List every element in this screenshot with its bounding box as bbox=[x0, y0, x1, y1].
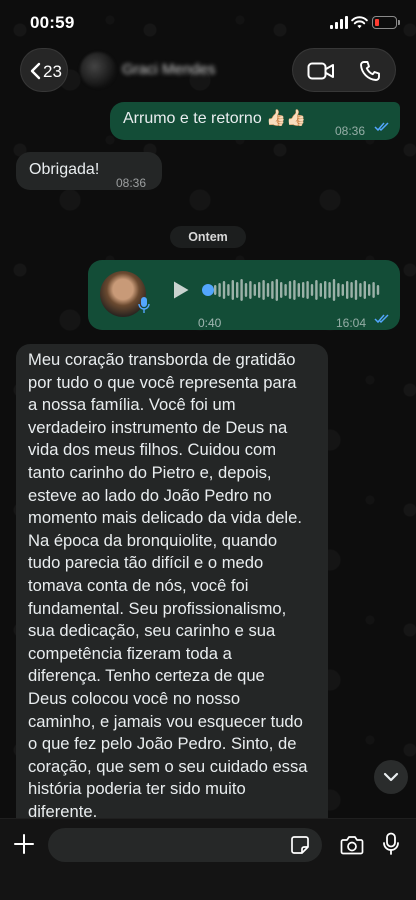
battery-nub bbox=[398, 20, 400, 25]
message-time: 08:36 bbox=[335, 124, 366, 138]
waveform-bar bbox=[266, 283, 270, 297]
wifi-icon bbox=[351, 16, 368, 29]
microphone-icon bbox=[138, 297, 150, 313]
message-line: coração, que sem o seu cuidado essa bbox=[28, 756, 308, 776]
message-line: competência fizeram toda a bbox=[28, 643, 232, 663]
waveform-bar bbox=[218, 283, 221, 297]
video-call-icon[interactable] bbox=[307, 61, 335, 81]
date-separator: Ontem bbox=[170, 226, 246, 248]
plus-icon[interactable] bbox=[13, 833, 35, 855]
message-line: Deus colocou você no nosso bbox=[28, 688, 241, 708]
read-receipt-icon bbox=[374, 314, 389, 324]
waveform-bar bbox=[363, 281, 366, 299]
waveform-bar bbox=[284, 284, 287, 296]
message-line: caminho, e jamais vou esquecer tudo bbox=[28, 711, 303, 731]
waveform-bar bbox=[249, 281, 252, 299]
scroll-to-bottom-button[interactable] bbox=[374, 760, 408, 794]
message-line: história poderia ter sido muito bbox=[28, 779, 246, 799]
waveform-bar bbox=[376, 285, 380, 295]
waveform-bar bbox=[297, 283, 300, 297]
waveform-bar bbox=[315, 280, 318, 300]
message-line: diferença. Tenho certeza de que bbox=[28, 666, 265, 686]
contact-avatar[interactable] bbox=[80, 52, 116, 88]
waveform-bar bbox=[306, 281, 309, 299]
waveform-bar bbox=[372, 282, 375, 298]
message-line: a nossa família. Você foi um bbox=[28, 395, 236, 415]
phone-call-icon[interactable] bbox=[359, 60, 381, 82]
waveform-bar bbox=[262, 280, 265, 300]
status-time: 00:59 bbox=[30, 13, 75, 32]
waveform-bar bbox=[328, 282, 331, 298]
message-composer bbox=[0, 818, 416, 900]
back-chevron-icon bbox=[30, 62, 41, 80]
message-text: Obrigada! bbox=[29, 161, 100, 178]
waveform-bar bbox=[337, 283, 340, 297]
waveform-bar bbox=[346, 281, 349, 299]
waveform-bar bbox=[359, 283, 362, 297]
back-button[interactable]: 23 bbox=[20, 48, 68, 92]
waveform-bar bbox=[280, 282, 283, 298]
message-time: 16:04 bbox=[336, 316, 367, 330]
waveform-bar bbox=[368, 284, 371, 296]
message-time: 08:36 bbox=[116, 176, 147, 190]
waveform-bar bbox=[324, 281, 327, 299]
battery-icon bbox=[372, 16, 397, 29]
message-line: verdadeiro instrumento de Deus na bbox=[28, 417, 288, 437]
waveform-bar bbox=[332, 279, 336, 301]
message-text: Arrumo e te retorno 👍🏻👍🏻 bbox=[123, 110, 307, 127]
waveform-bar bbox=[240, 279, 243, 301]
message-input[interactable] bbox=[48, 828, 322, 862]
message-line: Na época da bronquiolite, quando bbox=[28, 530, 278, 550]
message-line: tomava conta de nós, você foi bbox=[28, 575, 249, 595]
message-bubble-outgoing[interactable]: Arrumo e te retorno 👍🏻👍🏻 08:36 bbox=[110, 102, 400, 140]
waveform-bar bbox=[310, 284, 314, 296]
waveform-bar bbox=[350, 282, 353, 298]
play-icon[interactable] bbox=[172, 280, 190, 300]
message-line: Meu coração transborda de gratidão bbox=[28, 350, 296, 369]
waveform-bar bbox=[231, 280, 234, 300]
contact-name[interactable]: Graci Mendes bbox=[122, 61, 215, 78]
message-line: fundamental. Seu profissionalismo, bbox=[28, 598, 287, 618]
waveform-bar bbox=[319, 283, 322, 297]
waveform-bar bbox=[236, 282, 239, 298]
waveform-bar bbox=[341, 284, 344, 296]
message-line: esteve ao lado do João Pedro no bbox=[28, 485, 272, 505]
message-line: momento mais delicado da vida dele. bbox=[28, 508, 302, 528]
waveform-bar bbox=[227, 284, 230, 296]
waveform-bar bbox=[258, 282, 261, 298]
message-line: por tudo o que você representa para bbox=[28, 372, 297, 392]
voice-duration: 0:40 bbox=[198, 316, 222, 330]
status-bar: 00:59 bbox=[0, 0, 416, 46]
waveform-bar bbox=[222, 281, 226, 299]
read-receipt-icon bbox=[374, 122, 389, 132]
waveform-bar bbox=[253, 284, 256, 296]
microphone-icon[interactable] bbox=[382, 832, 400, 856]
waveform-bar bbox=[214, 285, 217, 295]
message-text: Meu coração transborda de gratidão por tu… bbox=[28, 349, 324, 823]
waveform-bar bbox=[288, 281, 292, 299]
camera-icon[interactable] bbox=[340, 834, 364, 856]
playback-scrubber[interactable] bbox=[202, 284, 214, 296]
waveform-bar bbox=[354, 280, 358, 300]
message-bubble-incoming[interactable]: Obrigada! 08:36 bbox=[16, 152, 162, 190]
waveform-bar bbox=[271, 281, 274, 299]
message-line: o que fez pelo João Pedro. Sinto, de bbox=[28, 734, 297, 754]
message-line: sua dedicação, seu carinho e sua bbox=[28, 621, 276, 641]
waveform-bar bbox=[275, 279, 278, 301]
chat-header: 23 Graci Mendes bbox=[0, 46, 416, 98]
waveform-bar bbox=[244, 283, 248, 297]
unread-count: 23 bbox=[43, 62, 62, 81]
waveform-bar bbox=[302, 282, 305, 298]
message-line: tanto carinho do Pietro e, depois, bbox=[28, 462, 272, 482]
cellular-signal-icon bbox=[330, 16, 348, 29]
waveform-bar bbox=[293, 280, 296, 300]
audio-waveform[interactable] bbox=[202, 278, 382, 302]
message-line: tudo parecia tão difícil e o medo bbox=[28, 553, 264, 573]
sticker-icon[interactable] bbox=[290, 835, 310, 855]
chevron-down-icon bbox=[383, 772, 399, 782]
call-actions bbox=[292, 48, 396, 92]
message-bubble-incoming[interactable]: Meu coração transborda de gratidão por tu… bbox=[16, 344, 328, 834]
voice-message-bubble[interactable]: 0:40 16:04 bbox=[88, 260, 400, 330]
message-line: vida dos meus filhos. Cuidou com bbox=[28, 440, 277, 460]
